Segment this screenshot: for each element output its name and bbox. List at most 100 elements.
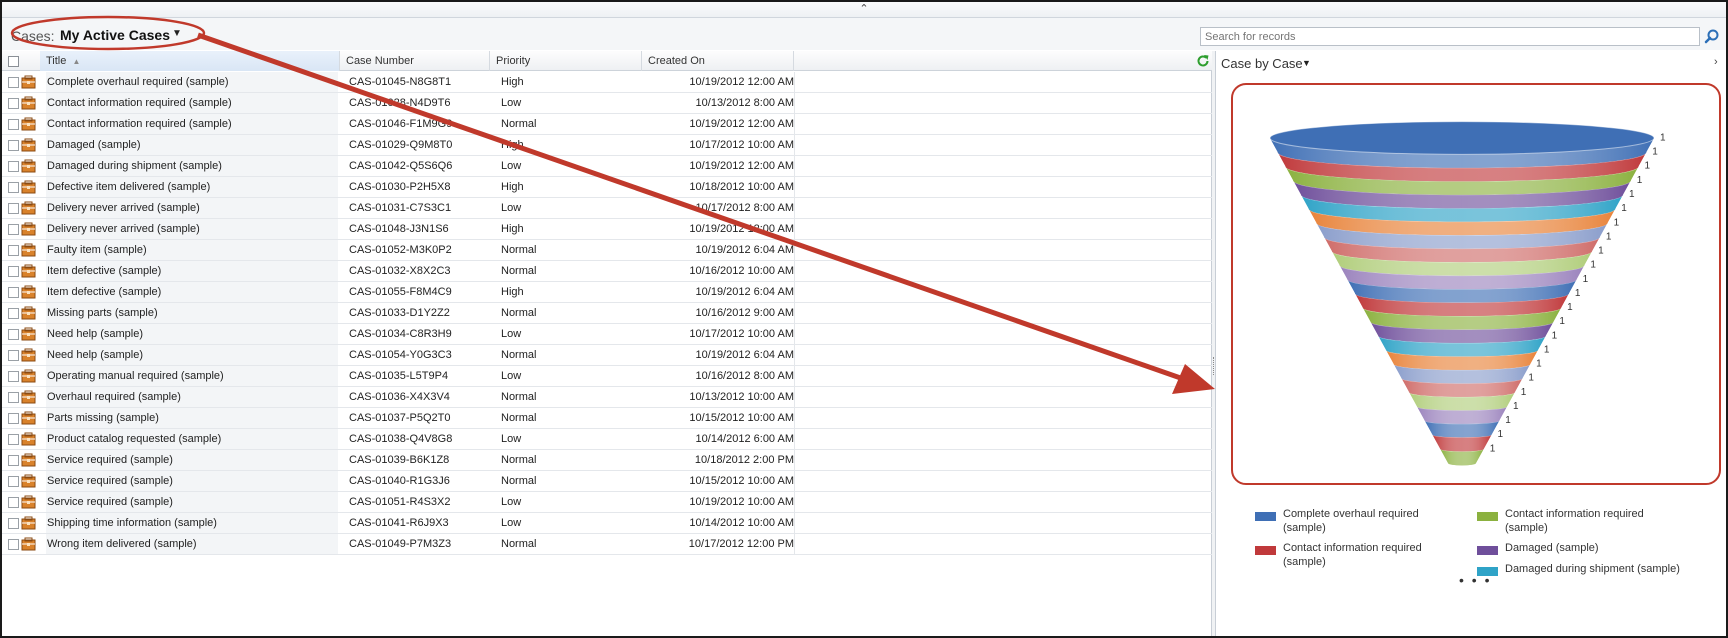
row-checkbox[interactable] <box>8 392 19 403</box>
view-header: Cases: My Active Cases ▼ <box>2 18 1726 50</box>
case-title-link[interactable]: Item defective (sample) <box>46 282 338 302</box>
table-row[interactable]: Wrong item delivered (sample) CAS-01049-P… <box>2 534 1212 555</box>
row-checkbox[interactable] <box>8 161 19 172</box>
case-title-link[interactable]: Parts missing (sample) <box>46 408 338 428</box>
row-checkbox[interactable] <box>8 329 19 340</box>
chevron-down-icon[interactable]: ▼ <box>172 28 182 39</box>
expand-pane-icon[interactable]: › <box>1714 56 1718 68</box>
case-priority: Low <box>501 328 522 340</box>
case-title-link[interactable]: Delivery never arrived (sample) <box>46 198 338 218</box>
table-row[interactable]: Parts missing (sample) CAS-01037-P5Q2T0 No… <box>2 408 1212 429</box>
row-checkbox[interactable] <box>8 224 19 235</box>
case-title-link[interactable]: Contact information required (sample) <box>46 93 338 113</box>
select-all-checkbox[interactable] <box>8 56 19 67</box>
table-row[interactable]: Need help (sample) CAS-01054-Y0G3C3 Normal… <box>2 345 1212 366</box>
table-row[interactable]: Delivery never arrived (sample) CAS-01048… <box>2 219 1212 240</box>
row-checkbox[interactable] <box>8 476 19 487</box>
collapse-icon[interactable]: ⌃ <box>859 3 868 15</box>
case-record-icon <box>21 327 36 341</box>
column-header-case-number[interactable]: Case Number <box>340 51 490 71</box>
table-row[interactable]: Defective item delivered (sample) CAS-010… <box>2 177 1212 198</box>
table-row[interactable]: Damaged (sample) CAS-01029-Q9M8T0 High 10/1… <box>2 135 1212 156</box>
row-checkbox[interactable] <box>8 497 19 508</box>
case-title-link[interactable]: Damaged (sample) <box>46 135 338 155</box>
table-row[interactable]: Missing parts (sample) CAS-01033-D1Y2Z2 No… <box>2 303 1212 324</box>
case-title-link[interactable]: Damaged during shipment (sample) <box>46 156 338 176</box>
case-created-on: 10/19/2012 12:00 AM <box>689 223 794 235</box>
case-title-link[interactable]: Service required (sample) <box>46 450 338 470</box>
row-checkbox[interactable] <box>8 98 19 109</box>
table-row[interactable]: Complete overhaul required (sample) CAS-0… <box>2 72 1212 93</box>
column-header-priority[interactable]: Priority <box>490 51 642 71</box>
refresh-icon[interactable] <box>1196 54 1210 68</box>
row-checkbox[interactable] <box>8 182 19 193</box>
row-divider <box>794 408 795 428</box>
case-title-link[interactable]: Shipping time information (sample) <box>46 513 338 533</box>
case-title-link[interactable]: Contact information required (sample) <box>46 114 338 134</box>
chart-selector[interactable]: Case by Case <box>1221 56 1303 71</box>
case-title-link[interactable]: Operating manual required (sample) <box>46 366 338 386</box>
row-checkbox[interactable] <box>8 266 19 277</box>
case-title-link[interactable]: Item defective (sample) <box>46 261 338 281</box>
table-row[interactable]: Service required (sample) CAS-01051-R4S3X… <box>2 492 1212 513</box>
row-checkbox[interactable] <box>8 245 19 256</box>
column-header-created-on[interactable]: Created On <box>642 51 794 71</box>
table-row[interactable]: Faulty item (sample) CAS-01052-M3K0P2 Norm… <box>2 240 1212 261</box>
table-row[interactable]: Delivery never arrived (sample) CAS-01031… <box>2 198 1212 219</box>
row-checkbox[interactable] <box>8 518 19 529</box>
row-checkbox[interactable] <box>8 371 19 382</box>
case-title-link[interactable]: Need help (sample) <box>46 345 338 365</box>
case-number: CAS-01028-N4D9T6 <box>349 97 451 109</box>
row-checkbox[interactable] <box>8 350 19 361</box>
table-row[interactable]: Operating manual required (sample) CAS-01… <box>2 366 1212 387</box>
funnel-data-label: 1 <box>1660 132 1666 143</box>
case-title-link[interactable]: Faulty item (sample) <box>46 240 338 260</box>
table-row[interactable]: Shipping time information (sample) CAS-01… <box>2 513 1212 534</box>
row-checkbox[interactable] <box>8 203 19 214</box>
row-checkbox[interactable] <box>8 413 19 424</box>
case-title-link[interactable]: Defective item delivered (sample) <box>46 177 338 197</box>
table-row[interactable]: Need help (sample) CAS-01034-C8R3H9 Low 10/… <box>2 324 1212 345</box>
table-row[interactable]: Product catalog requested (sample) CAS-01… <box>2 429 1212 450</box>
case-title-link[interactable]: Product catalog requested (sample) <box>46 429 338 449</box>
case-title-link[interactable]: Complete overhaul required (sample) <box>46 72 338 92</box>
case-title-link[interactable]: Need help (sample) <box>46 324 338 344</box>
case-title-link[interactable]: Delivery never arrived (sample) <box>46 219 338 239</box>
row-checkbox[interactable] <box>8 434 19 445</box>
view-selector[interactable]: My Active Cases <box>60 27 170 43</box>
row-divider <box>794 513 795 533</box>
search-input[interactable] <box>1200 27 1700 46</box>
row-divider <box>794 450 795 470</box>
case-title-link[interactable]: Overhaul required (sample) <box>46 387 338 407</box>
case-title-link[interactable]: Service required (sample) <box>46 492 338 512</box>
row-checkbox[interactable] <box>8 308 19 319</box>
legend-more-icon[interactable]: • • • <box>1459 572 1491 588</box>
table-row[interactable]: Overhaul required (sample) CAS-01036-X4X3… <box>2 387 1212 408</box>
case-title-link[interactable]: Missing parts (sample) <box>46 303 338 323</box>
legend-swatch <box>1255 546 1276 555</box>
funnel-data-label: 1 <box>1521 387 1527 398</box>
row-checkbox[interactable] <box>8 119 19 130</box>
chevron-down-icon[interactable]: ▼ <box>1302 58 1311 68</box>
case-title-link[interactable]: Service required (sample) <box>46 471 338 491</box>
table-row[interactable]: Item defective (sample) CAS-01055-F8M4C9 H… <box>2 282 1212 303</box>
search-icon[interactable] <box>1702 27 1722 46</box>
splitter-grip-icon[interactable] <box>1213 357 1215 375</box>
row-checkbox[interactable] <box>8 287 19 298</box>
case-title-link[interactable]: Wrong item delivered (sample) <box>46 534 338 554</box>
row-checkbox[interactable] <box>8 455 19 466</box>
table-row[interactable]: Service required (sample) CAS-01040-R1G3J… <box>2 471 1212 492</box>
row-checkbox[interactable] <box>8 140 19 151</box>
pane-splitter[interactable] <box>1212 51 1216 636</box>
table-row[interactable]: Damaged during shipment (sample) CAS-0104… <box>2 156 1212 177</box>
row-checkbox[interactable] <box>8 77 19 88</box>
collapse-header-bar[interactable]: ⌃ <box>2 2 1726 18</box>
table-row[interactable]: Contact information required (sample) CAS… <box>2 93 1212 114</box>
table-row[interactable]: Item defective (sample) CAS-01032-X8X2C3 N… <box>2 261 1212 282</box>
case-priority: Normal <box>501 307 537 319</box>
column-header-title[interactable]: Title ▲ <box>40 51 340 71</box>
row-checkbox[interactable] <box>8 539 19 550</box>
table-row[interactable]: Service required (sample) CAS-01039-B6K1Z… <box>2 450 1212 471</box>
table-row[interactable]: Contact information required (sample) CAS… <box>2 114 1212 135</box>
case-record-icon <box>21 474 36 488</box>
